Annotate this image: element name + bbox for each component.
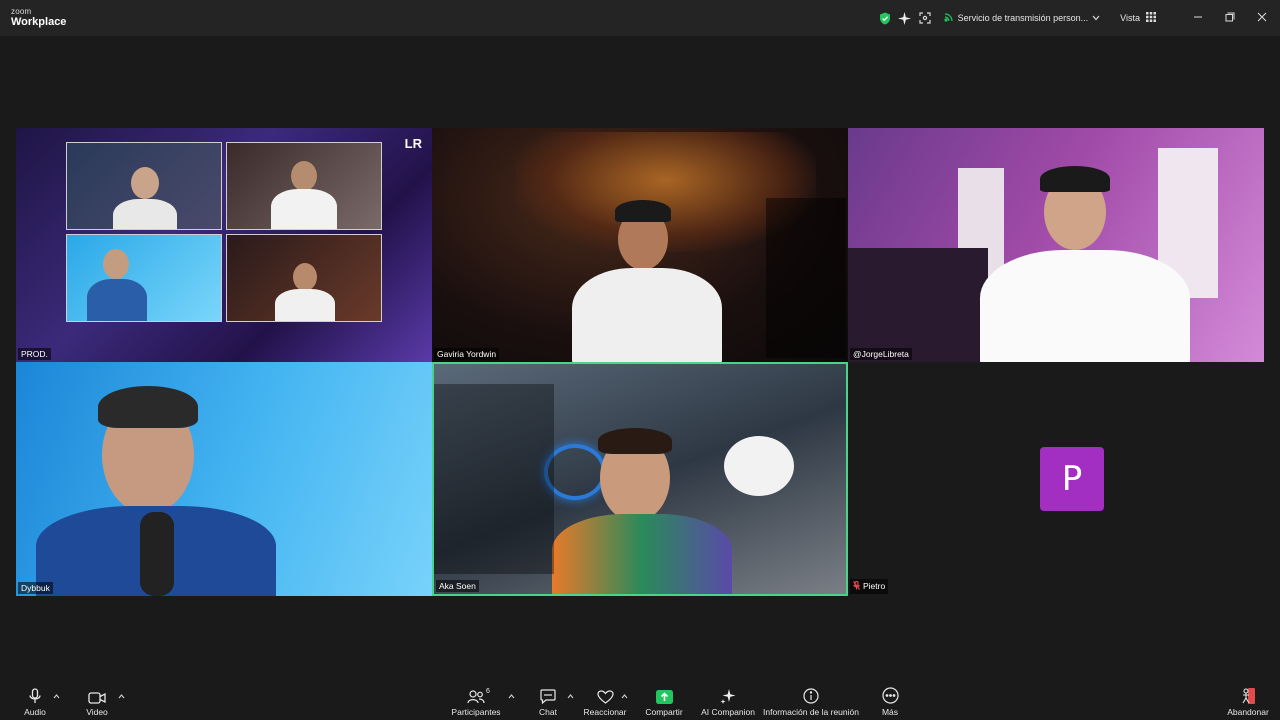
mic-muted-icon: [853, 580, 860, 592]
close-button[interactable]: [1246, 0, 1278, 36]
restore-button[interactable]: [1214, 0, 1246, 36]
chevron-up-icon: [118, 686, 125, 704]
video-tile-jorgelibreta[interactable]: @JorgeLibreta: [848, 128, 1264, 362]
meeting-info-label: Información de la reunión: [763, 707, 859, 717]
chat-label: Chat: [539, 707, 557, 717]
avatar: P: [1040, 447, 1104, 511]
minimize-button[interactable]: [1182, 0, 1214, 36]
participant-name: Gaviria Yordwin: [437, 348, 497, 359]
grid-view-icon: [1146, 12, 1156, 24]
chat-options-caret[interactable]: [565, 690, 575, 700]
react-label: Reaccionar: [583, 707, 627, 717]
info-icon: [803, 682, 819, 704]
leave-label: Abandonar: [1227, 707, 1269, 717]
participants-options-caret[interactable]: [506, 690, 516, 700]
participant-name-tag: Pietro: [850, 579, 889, 594]
video-tile-gaviria-yordwin[interactable]: Gaviria Yordwin: [432, 128, 848, 362]
shield-check-icon[interactable]: [876, 9, 894, 27]
live-stream-button[interactable]: Servicio de transmisión person...: [938, 7, 1107, 29]
video-tile-prod[interactable]: LR PROD.: [16, 128, 432, 362]
participant-name-tag: Gaviria Yordwin: [434, 347, 500, 360]
app-logo: zoom Workplace: [11, 8, 66, 28]
participant-name: PROD.: [21, 348, 48, 359]
sub-video-2: [226, 142, 382, 230]
brand-zoom: zoom: [11, 7, 32, 16]
video-options-caret[interactable]: [116, 690, 126, 700]
live-stream-icon: [943, 12, 954, 24]
brand-workplace: Workplace: [11, 16, 67, 28]
leave-icon: [1241, 682, 1255, 704]
share-button[interactable]: Compartir: [644, 682, 684, 720]
more-button[interactable]: Más: [878, 682, 902, 720]
chevron-up-icon: [508, 686, 515, 704]
restore-icon: [1225, 9, 1235, 27]
react-options-caret[interactable]: [619, 690, 629, 700]
video-label: Video: [86, 707, 108, 717]
participant-name-tag: Aka Soen: [436, 579, 479, 592]
participant-name-tag: PROD.: [18, 347, 51, 360]
chevron-up-icon: [621, 686, 628, 704]
chevron-down-icon: [1092, 13, 1100, 23]
title-bar-controls: Servicio de transmisión person... Vista: [876, 0, 1280, 36]
chevron-up-icon: [53, 686, 60, 704]
participants-label: Participantes: [451, 707, 501, 717]
leave-button[interactable]: Abandonar: [1226, 682, 1270, 720]
video-gallery: LR PROD. Gaviria Yordwin @JorgeLibreta D…: [16, 128, 1264, 596]
participants-button[interactable]: Participantes: [450, 682, 502, 720]
audio-label: Audio: [24, 707, 46, 717]
ai-companion-label: AI Companion: [701, 707, 755, 717]
participant-name: Pietro: [863, 581, 886, 592]
video-tile-dybbuk[interactable]: Dybbuk: [16, 362, 432, 596]
microphone: [140, 512, 174, 596]
fullscreen-icon[interactable]: [916, 9, 934, 27]
minimize-icon: [1193, 9, 1203, 27]
chat-overlay: [766, 198, 846, 358]
participant-name: Aka Soen: [439, 580, 476, 591]
video-button[interactable]: Video: [82, 682, 112, 720]
channel-logo: LR: [404, 136, 422, 151]
video-tile-pietro[interactable]: P Pietro: [848, 362, 1264, 596]
video-camera-icon: [88, 682, 106, 704]
sub-video-3: [66, 234, 222, 322]
audio-button[interactable]: Audio: [20, 682, 50, 720]
chat-icon: [540, 682, 556, 704]
share-label: Compartir: [645, 707, 683, 717]
close-icon: [1257, 9, 1267, 27]
audio-options-caret[interactable]: [51, 690, 61, 700]
sub-video-1: [66, 142, 222, 230]
view-button[interactable]: Vista: [1112, 7, 1164, 29]
sub-video-4: [226, 234, 382, 322]
participant-name: @JorgeLibreta: [853, 348, 909, 359]
video-tile-aka-soen[interactable]: Aka Soen: [432, 362, 848, 596]
microphone-icon: [29, 682, 41, 704]
more-label: Más: [881, 707, 899, 717]
more-icon: [881, 682, 899, 704]
view-label: Vista: [1120, 13, 1140, 23]
chevron-up-icon: [567, 686, 574, 704]
share-screen-icon: [655, 682, 673, 704]
participants-icon: [467, 682, 485, 704]
live-stream-label: Servicio de transmisión person...: [957, 13, 1089, 23]
meeting-info-button[interactable]: Información de la reunión: [763, 682, 859, 720]
participant-name-tag: Dybbuk: [18, 581, 53, 594]
ai-companion-button[interactable]: AI Companion: [700, 682, 756, 720]
title-bar: zoom Workplace Servicio de transmisión p…: [0, 0, 1280, 36]
ai-sparkle-icon[interactable]: [896, 9, 914, 27]
participants-count: 6: [486, 688, 490, 695]
participant-name-tag: @JorgeLibreta: [850, 347, 912, 360]
heart-icon: [596, 682, 614, 704]
participant-name: Dybbuk: [21, 582, 50, 593]
chat-button[interactable]: Chat: [534, 682, 562, 720]
ai-sparkle-icon: [720, 682, 736, 704]
chat-overlay: [434, 384, 554, 574]
meeting-toolbar: Audio Video Participantes 6 Chat Reaccio…: [0, 682, 1280, 720]
